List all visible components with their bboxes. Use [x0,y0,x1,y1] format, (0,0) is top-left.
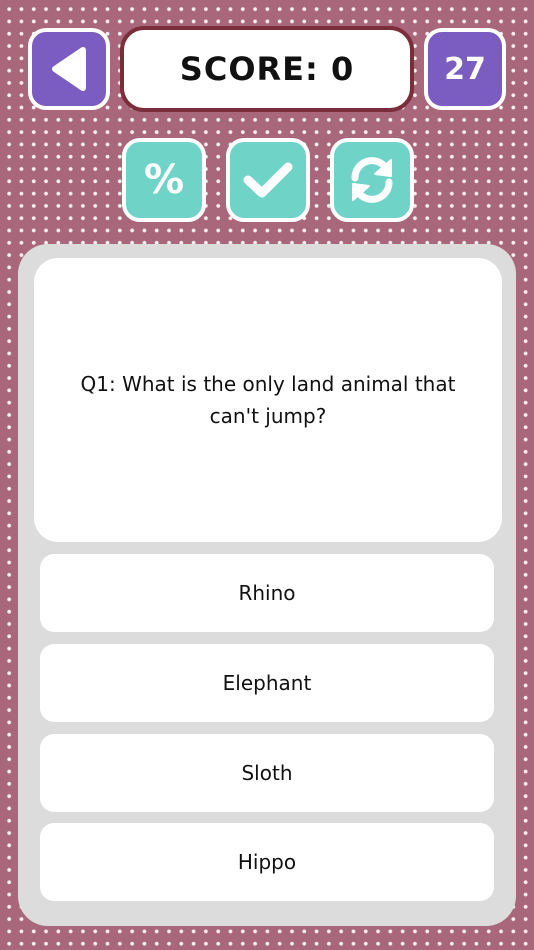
answer-option[interactable]: Rhino [40,554,494,632]
refresh-icon [351,157,393,203]
answer-option[interactable]: Hippo [40,823,494,901]
answer-option[interactable]: Sloth [40,734,494,812]
question-card: Q1: What is the only land animal that ca… [34,258,502,542]
percent-button[interactable]: % [122,138,206,222]
score-display: SCORE: 0 [120,26,414,112]
answer-option[interactable]: Elephant [40,644,494,722]
back-arrow-icon [52,47,86,91]
refresh-button[interactable] [330,138,414,222]
percent-icon: % [143,157,185,203]
timer-counter: 27 [424,28,506,110]
back-button[interactable] [28,28,110,110]
checkmark-icon [243,162,293,198]
question-text: Q1: What is the only land animal that ca… [80,372,456,428]
check-button[interactable] [226,138,310,222]
